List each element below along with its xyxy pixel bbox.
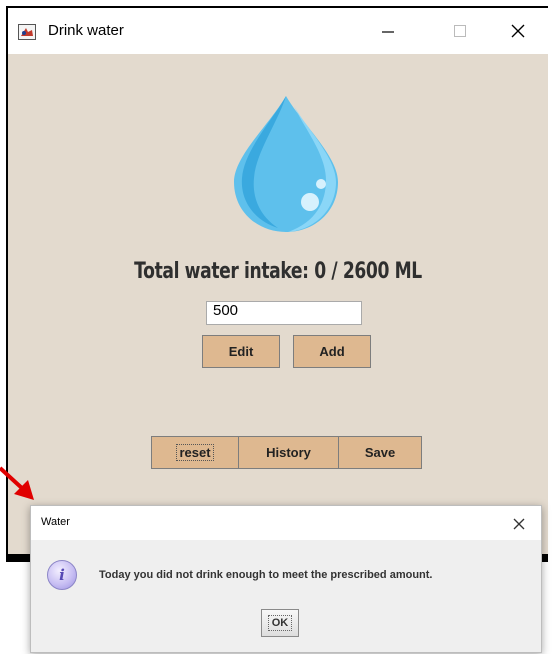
window-titlebar[interactable]: Drink water [8,8,548,54]
minimize-button[interactable] [366,16,410,46]
edit-button[interactable]: Edit [202,335,280,368]
main-content: Total water intake: 0 / 2600 ML 500 Edit… [8,54,548,554]
reset-button-label: reset [176,444,214,461]
close-button[interactable] [496,16,540,46]
history-button[interactable]: History [238,436,339,469]
ok-button[interactable]: OK [261,609,299,637]
dialog-titlebar[interactable]: Water [31,506,541,540]
info-icon: i [47,560,77,590]
dialog-message: Today you did not drink enough to meet t… [99,569,433,581]
water-dialog: Water i Today you did not drink enough t… [30,505,542,653]
maximize-button[interactable] [438,16,482,46]
add-button[interactable]: Add [293,335,371,368]
close-icon [513,518,525,530]
close-icon [511,24,525,38]
minimize-icon [382,31,394,33]
dialog-title: Water [41,516,70,528]
java-app-icon [18,24,36,40]
save-button[interactable]: Save [338,436,422,469]
dialog-close-button[interactable] [509,514,529,534]
annotation-arrow [0,466,34,500]
ok-button-label: OK [267,615,293,631]
window-title: Drink water [48,22,124,39]
amount-input[interactable]: 500 [206,301,362,325]
water-drop-icon [234,96,338,232]
reset-button[interactable]: reset [151,436,239,469]
maximize-icon [454,25,466,37]
total-intake-label: Total water intake: 0 / 2600 ML [134,259,422,284]
